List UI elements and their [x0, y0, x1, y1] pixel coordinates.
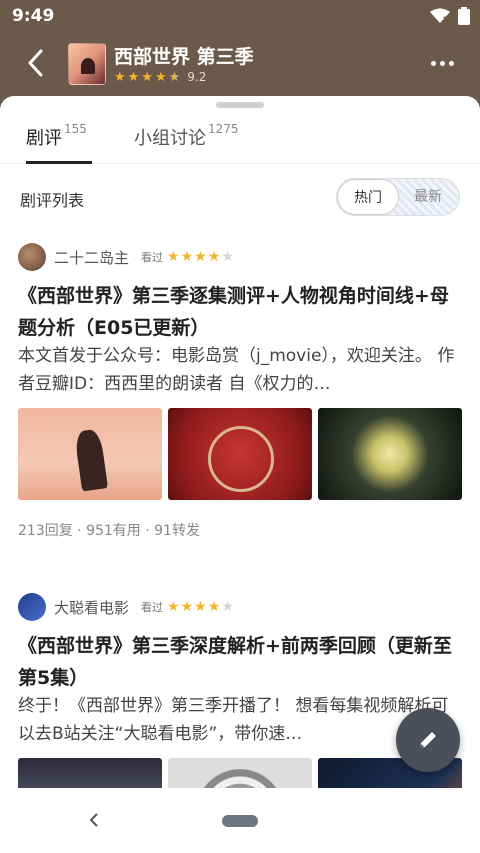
- content-sheet: 剧评 155 小组讨论 1275 剧评列表 热门 最新 二十二岛主 看过 ★ ★ ★…: [0, 96, 480, 853]
- avatar[interactable]: [18, 593, 46, 621]
- write-review-button[interactable]: [396, 708, 460, 772]
- tab-bar: 剧评 155 小组讨论 1275: [0, 116, 480, 164]
- nav-back-button[interactable]: [84, 810, 104, 830]
- rating-row: ★ ★ ★ ★ ★ 9.2: [114, 70, 206, 84]
- review-title[interactable]: 《西部世界》第三季深度解析+前两季回顾（更新至第5集）: [18, 630, 462, 694]
- user-rating: ★ ★ ★ ★ ★: [167, 600, 234, 614]
- seen-label: 看过: [141, 251, 164, 264]
- back-arrow-icon: [28, 49, 43, 77]
- sort-hot-button[interactable]: 热门: [337, 179, 399, 215]
- more-button[interactable]: [426, 50, 458, 76]
- star-icon: ★: [154, 69, 167, 85]
- star-icon: ★: [141, 69, 153, 85]
- sort-toggle: 热门 最新: [336, 178, 460, 216]
- system-nav-bar: [0, 788, 480, 853]
- rating-score: 9.2: [187, 70, 207, 84]
- drag-handle[interactable]: [216, 102, 264, 108]
- review-summary: 本文首发于公众号：电影岛赏（j_movie），欢迎关注。 作者豆瓣ID：西西里的…: [18, 346, 455, 394]
- tab-reviews[interactable]: 剧评 155: [26, 122, 87, 150]
- back-button[interactable]: [20, 46, 50, 80]
- sort-new-button[interactable]: 最新: [397, 179, 459, 215]
- half-star-icon: ★: [168, 69, 181, 85]
- review-images: [18, 408, 462, 500]
- status-time: 9:49: [12, 6, 55, 26]
- star-icon: ★: [180, 249, 194, 265]
- battery-icon: [458, 7, 470, 25]
- nav-back-icon: [89, 813, 98, 827]
- author-name[interactable]: 二十二岛主: [54, 247, 129, 268]
- star-icon: ★: [207, 599, 221, 615]
- seen-label: 看过: [141, 601, 164, 614]
- wifi-icon: [430, 8, 450, 23]
- review-list-header: 剧评列表 热门 最新: [0, 176, 480, 220]
- review-stats: 213回复 · 951有用 · 91转发: [18, 523, 200, 539]
- page-title: 西部世界 第三季: [114, 46, 254, 68]
- user-rating: ★ ★ ★ ★ ★: [167, 250, 234, 264]
- status-icons: [430, 7, 470, 25]
- author-row: 大聪看电影 看过 ★ ★ ★ ★ ★: [18, 592, 234, 622]
- app-bar: 西部世界 第三季 ★ ★ ★ ★ ★ 9.2: [0, 32, 480, 94]
- star-icon: ★: [194, 249, 207, 265]
- empty-star-icon: ★: [221, 599, 234, 615]
- edit-pencil-icon: [420, 732, 436, 748]
- star-icon: ★: [127, 69, 140, 85]
- review-image[interactable]: [168, 408, 312, 500]
- star-icon: ★: [167, 599, 180, 615]
- poster-thumbnail[interactable]: [68, 43, 106, 85]
- review-list-label: 剧评列表: [20, 191, 85, 210]
- author-name[interactable]: 大聪看电影: [54, 597, 129, 618]
- star-icon: ★: [114, 69, 126, 85]
- more-icon: [430, 60, 436, 66]
- star-icon: ★: [207, 249, 221, 265]
- review-image[interactable]: [318, 408, 462, 500]
- tab-group-discussion[interactable]: 小组讨论 1275: [134, 122, 239, 150]
- empty-star-icon: ★: [221, 249, 234, 265]
- star-icon: ★: [194, 599, 207, 615]
- nav-home-pill[interactable]: [222, 815, 258, 827]
- tab-indicator: [26, 161, 92, 164]
- avatar[interactable]: [18, 243, 46, 271]
- review-image[interactable]: [18, 408, 162, 500]
- status-bar: 9:49: [0, 0, 480, 32]
- review-title[interactable]: 《西部世界》第三季逐集测评+人物视角时间线+母题分析（E05已更新）: [18, 280, 462, 344]
- star-icon: ★: [167, 249, 180, 265]
- star-icon: ★: [180, 599, 194, 615]
- author-row: 二十二岛主 看过 ★ ★ ★ ★ ★: [18, 242, 234, 272]
